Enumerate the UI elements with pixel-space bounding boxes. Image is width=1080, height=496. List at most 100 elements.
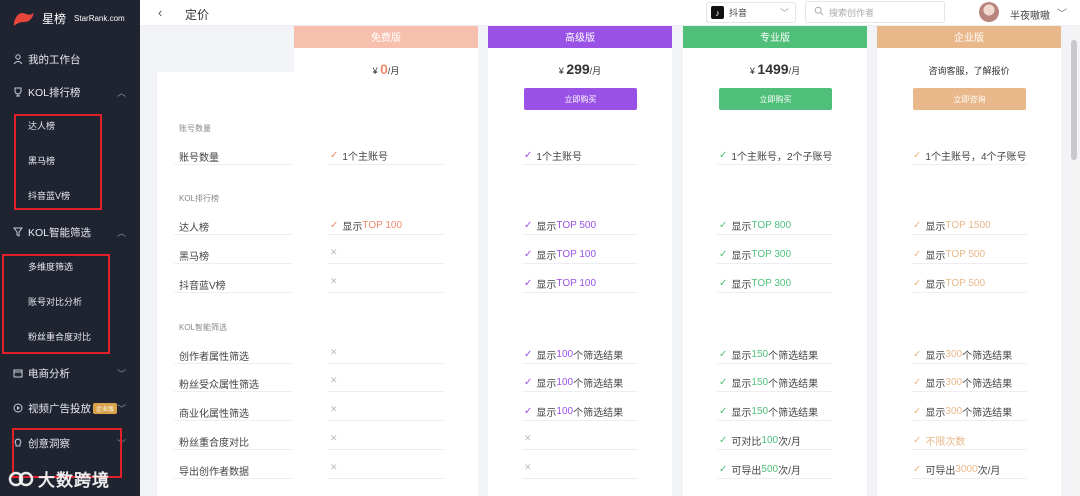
feature-cell: ✕ <box>330 247 338 258</box>
feature-cell: ✕ <box>330 276 338 287</box>
feature-cell: ✓ 不限次数 <box>913 433 965 448</box>
nav-kol-filter[interactable]: KOL智能筛选 ︿ <box>0 216 140 248</box>
cell-text: 显示 <box>925 251 946 262</box>
row-divider <box>328 420 444 421</box>
feature-cell: ✓ 显示 TOP 500 <box>913 247 985 262</box>
price-unit: /月 <box>788 66 801 76</box>
row-divider <box>717 391 833 392</box>
plan-name: 专业版 <box>683 26 867 48</box>
nav-label: KOL智能筛选 <box>28 226 92 239</box>
highlight-box <box>2 254 110 354</box>
row-divider <box>522 420 638 421</box>
nav-label: KOL排行榜 <box>28 86 81 99</box>
plan-price: ¥ 0/月 <box>294 61 478 77</box>
highlight-box <box>14 114 102 210</box>
video-icon <box>12 402 24 414</box>
feature-label: 黑马榜 <box>179 252 209 263</box>
cell-text: 1个主账号，2个子账号 <box>731 152 833 163</box>
cell-text: 显示 <box>925 408 946 419</box>
filter-icon <box>12 226 24 238</box>
plan-advanced-button[interactable]: 立即购买 <box>524 88 637 110</box>
check-icon: ✓ <box>524 377 533 388</box>
cell-highlight: TOP 300 <box>751 249 792 260</box>
feature-label: 粉丝重合度对比 <box>179 438 249 449</box>
nav-workbench[interactable]: 我的工作台 <box>0 43 140 75</box>
cross-icon: ✕ <box>330 375 338 385</box>
price-value: 1499 <box>757 61 789 77</box>
topbar: ‹ 定价 ♪ 抖音 ﹀ 搜索创作者 半夜嗷嗷 ﹀ <box>140 0 1080 26</box>
row-divider <box>911 449 1027 450</box>
feature-cell: ✓ 显示 TOP 500 <box>524 218 596 233</box>
row-divider <box>717 449 833 450</box>
check-icon: ✓ <box>719 406 728 417</box>
row-divider <box>328 292 444 293</box>
cell-highlight: 300 <box>945 406 963 417</box>
cell-highlight: TOP 500 <box>945 249 986 260</box>
row-divider <box>717 234 833 235</box>
check-icon: ✓ <box>913 435 922 446</box>
plan-enterprise-button[interactable]: 立即咨询 <box>913 88 1026 110</box>
back-icon[interactable]: ‹ <box>158 5 162 20</box>
chevron-down-icon: ﹀ <box>116 403 126 414</box>
feature-cell: ✓ 显示 TOP 100 <box>330 218 402 233</box>
row-divider <box>522 234 638 235</box>
check-icon: ✓ <box>524 220 533 231</box>
cell-text: 显示 <box>536 408 557 419</box>
scrollbar[interactable] <box>1068 26 1080 496</box>
plan-pro-button[interactable]: 立即购买 <box>719 88 832 110</box>
cross-icon: ✕ <box>330 433 338 443</box>
row-divider <box>174 449 292 450</box>
cell-highlight: TOP 800 <box>751 220 792 231</box>
plan-name: 企业版 <box>877 26 1061 48</box>
nav-ecommerce[interactable]: 电商分析 ﹀ <box>0 357 140 389</box>
check-icon: ✓ <box>913 406 922 417</box>
search-input[interactable]: 搜索创作者 <box>829 6 874 19</box>
search-box[interactable]: 搜索创作者 <box>805 1 945 23</box>
cell-highlight: 150 <box>751 406 769 417</box>
username[interactable]: 半夜嗷嗷 <box>1010 7 1050 22</box>
check-icon: ✓ <box>913 249 922 260</box>
feature-cell: ✓ 显示 TOP 300 <box>719 276 791 291</box>
feature-cell: ✓ 显示 TOP 800 <box>719 218 791 233</box>
scrollbar-thumb[interactable] <box>1071 40 1077 160</box>
cross-icon: ✕ <box>330 462 338 472</box>
cell-highlight: TOP 1500 <box>945 220 991 231</box>
feature-cell: ✓ 1个主账号，4个子账号 <box>913 148 1027 163</box>
row-divider <box>174 391 292 392</box>
feature-cell: ✓ 显示 300 个筛选结果 <box>913 347 1012 362</box>
cross-icon: ✕ <box>524 433 532 443</box>
cross-icon: ✕ <box>330 276 338 286</box>
feature-cell: ✓ 显示 TOP 100 <box>524 276 596 291</box>
brand-name: 星榜 <box>42 11 67 26</box>
nav-label: 我的工作台 <box>28 53 81 66</box>
price-unit: /月 <box>589 66 602 76</box>
row-divider <box>911 420 1027 421</box>
feature-cell: ✓ 显示 150 个筛选结果 <box>719 375 818 390</box>
plan-price: ¥ 299/月 <box>488 61 672 77</box>
brand-sub: StarRank.com <box>74 13 125 23</box>
feature-cell: ✓ 显示 100 个筛选结果 <box>524 347 623 362</box>
check-icon: ✓ <box>913 349 922 360</box>
row-divider <box>911 363 1027 364</box>
row-divider <box>522 449 638 450</box>
cell-text: 次/月 <box>977 466 1001 477</box>
brand[interactable]: 星榜 StarRank.com <box>0 0 140 36</box>
feature-cell: ✕ <box>524 462 532 473</box>
cell-highlight: 3000 <box>955 464 978 475</box>
platform-select[interactable]: ♪ 抖音 ﹀ <box>706 2 796 23</box>
chevron-down-icon[interactable]: ﹀ <box>1057 5 1067 20</box>
avatar[interactable] <box>979 2 999 22</box>
feature-label: 抖音蓝V榜 <box>179 281 226 292</box>
row-divider <box>328 449 444 450</box>
row-divider <box>328 363 444 364</box>
feature-cell: ✓ 可导出 500 次/月 <box>719 462 801 477</box>
cell-text: 显示 <box>925 351 946 362</box>
row-divider <box>717 420 833 421</box>
nav-kol-rank[interactable]: KOL排行榜 ︿ <box>0 76 140 108</box>
nav-video-ads[interactable]: 视频广告投放 企业版 ﹀ <box>0 392 140 424</box>
chevron-down-icon: ﹀ <box>779 8 789 18</box>
price-value: 0 <box>380 61 388 77</box>
row-divider <box>174 164 292 165</box>
row-divider <box>522 292 638 293</box>
row-divider <box>717 263 833 264</box>
